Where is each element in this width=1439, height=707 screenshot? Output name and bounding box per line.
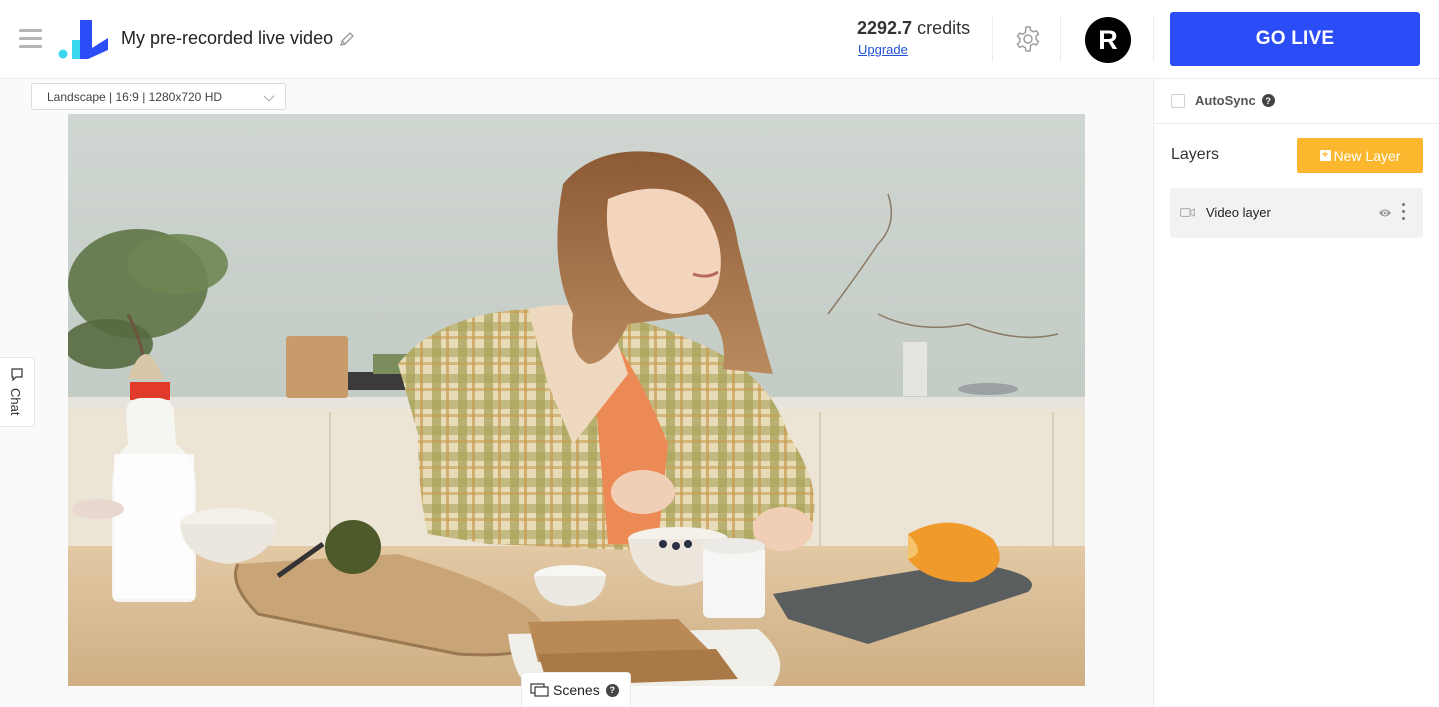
chat-bubble-icon	[11, 368, 23, 381]
video-camera-icon	[1180, 208, 1195, 217]
layer-label: Video layer	[1206, 205, 1271, 220]
layers-heading: Layers	[1171, 146, 1220, 163]
chevron-down-icon	[263, 90, 275, 102]
chat-tab[interactable]: Chat	[0, 357, 35, 427]
user-avatar[interactable]: R	[1085, 17, 1131, 63]
top-bar: My pre-recorded live video 2292.7 credit…	[0, 0, 1439, 79]
stage-area: Landscape | 16:9 | 1280x720 HD Chat Scen…	[0, 79, 1153, 707]
plus-icon: +	[1319, 150, 1331, 161]
layer-item[interactable]: Video layer	[1170, 188, 1423, 238]
help-icon[interactable]: ?	[1261, 94, 1275, 107]
video-preview[interactable]	[68, 114, 1085, 686]
right-panel: AutoSync ? Layers + New Layer Video laye…	[1153, 79, 1439, 707]
scenes-label: Scenes	[553, 682, 600, 698]
gear-icon[interactable]	[1014, 25, 1042, 53]
video-title: My pre-recorded live video	[121, 28, 334, 48]
new-layer-label: New Layer	[1333, 147, 1401, 164]
divider	[992, 16, 993, 62]
pencil-edit-icon[interactable]	[339, 31, 355, 47]
chat-label: Chat	[8, 388, 23, 416]
autosync-checkbox[interactable]	[1171, 93, 1185, 108]
help-icon[interactable]: ?	[605, 683, 619, 697]
go-live-button[interactable]: GO LIVE	[1170, 12, 1420, 66]
more-options-icon[interactable]	[1400, 203, 1406, 223]
new-layer-button[interactable]: + New Layer	[1297, 138, 1423, 173]
resolution-select[interactable]: Landscape | 16:9 | 1280x720 HD	[31, 83, 286, 110]
divider	[1153, 16, 1154, 62]
credits-balance: 2292.7 credits	[857, 18, 970, 39]
scenes-tab[interactable]: Scenes ?	[521, 672, 631, 707]
credits-unit: credits	[917, 18, 971, 38]
divider	[1060, 16, 1061, 62]
scenes-icon	[530, 683, 549, 697]
app-logo[interactable]	[58, 18, 110, 60]
resolution-value: Landscape | 16:9 | 1280x720 HD	[47, 89, 223, 104]
hamburger-menu-icon[interactable]	[19, 29, 42, 49]
autosync-toggle[interactable]: AutoSync ?	[1171, 93, 1275, 108]
divider	[1154, 123, 1439, 124]
credits-value: 2292.7	[857, 18, 913, 38]
autosync-label: AutoSync	[1195, 93, 1256, 108]
upgrade-link[interactable]: Upgrade	[858, 42, 908, 57]
eye-icon[interactable]	[1378, 207, 1392, 219]
